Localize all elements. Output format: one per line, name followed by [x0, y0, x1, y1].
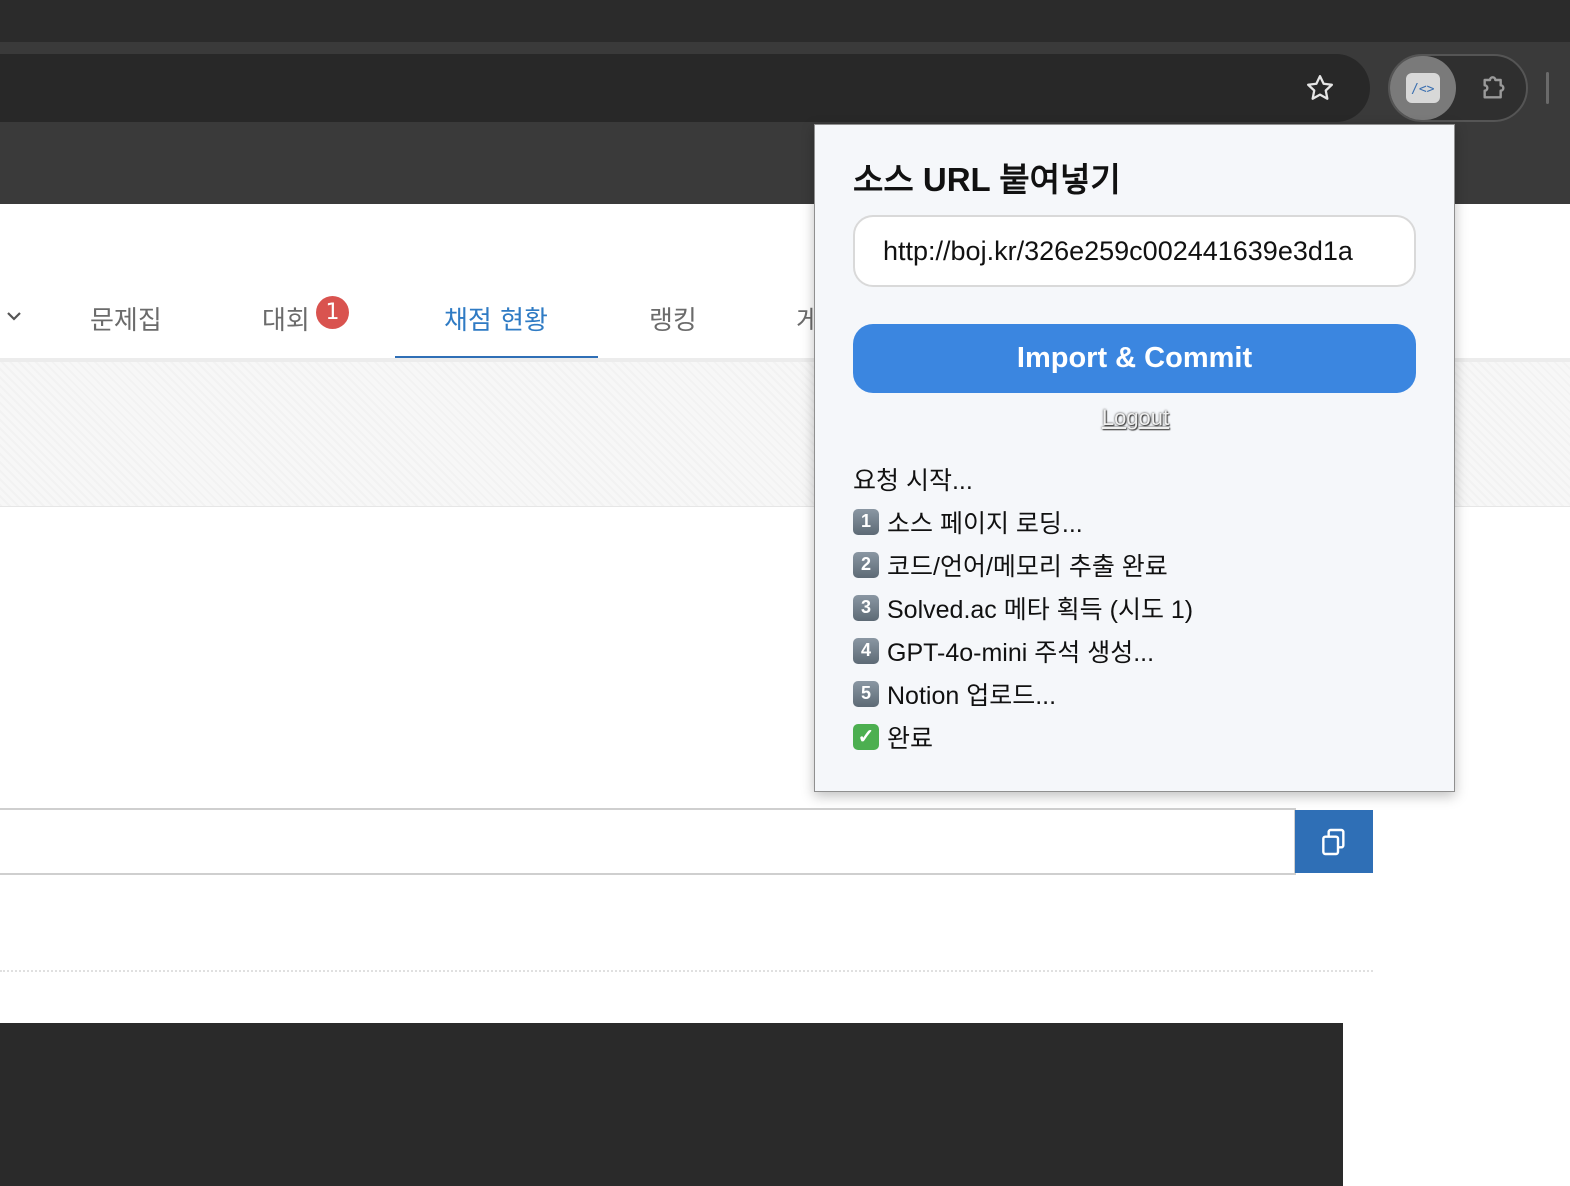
keycap-2-icon: 2: [853, 551, 879, 578]
log-text: Notion 업로드...: [887, 681, 1057, 710]
star-icon[interactable]: [1300, 68, 1340, 108]
status-log: 요청 시작... 1 소스 페이지 로딩... 2 코드/언어/메모리 추출 완료 …: [853, 457, 1413, 758]
svg-text:/<>: /<>: [1411, 82, 1435, 97]
log-line: 5 Notion 업로드...: [853, 672, 1413, 715]
code-extension-icon: /<>: [1406, 73, 1440, 103]
copy-button[interactable]: [1295, 810, 1373, 873]
contest-count-badge: 1: [316, 296, 349, 329]
browser-tabstrip: [0, 0, 1570, 54]
address-bar[interactable]: [0, 54, 1370, 122]
nav-item-status[interactable]: 채점 현황: [444, 300, 548, 337]
log-line: 2 코드/언어/메모리 추출 완료: [853, 543, 1413, 586]
keycap-3-icon: 3: [853, 594, 879, 621]
extension-popup: 소스 URL 붙여넣기 Import & Commit Logout 요청 시작…: [814, 124, 1455, 792]
log-line: 1 소스 페이지 로딩...: [853, 500, 1413, 543]
log-line: 4 GPT-4o-mini 주석 생성...: [853, 629, 1413, 672]
log-text: GPT-4o-mini 주석 생성...: [887, 638, 1155, 667]
log-text: Solved.ac 메타 획득 (시도 1): [887, 595, 1194, 624]
check-mark-icon: ✓: [853, 723, 879, 750]
keycap-4-icon: 4: [853, 637, 879, 664]
keycap-5-icon: 5: [853, 680, 879, 707]
log-line: 3 Solved.ac 메타 획득 (시도 1): [853, 586, 1413, 629]
browser-toolbar: /<>: [0, 54, 1570, 122]
log-text: 요청 시작...: [853, 466, 973, 495]
nav-item-problemset[interactable]: 문제집: [90, 300, 162, 337]
nav-item-ranking[interactable]: 랭킹: [649, 300, 697, 337]
code-block: [0, 1023, 1343, 1186]
copy-icon: [1322, 828, 1345, 855]
keycap-1-icon: 1: [853, 508, 879, 535]
toolbar-separator: [1546, 72, 1549, 104]
source-url-input[interactable]: [853, 215, 1416, 287]
share-url-field[interactable]: [0, 808, 1296, 875]
log-line: 요청 시작...: [853, 457, 1413, 500]
nav-item-contest[interactable]: 대회: [262, 300, 310, 337]
logout-link[interactable]: Logout: [815, 405, 1456, 431]
popup-title: 소스 URL 붙여넣기: [853, 161, 1121, 198]
log-text: 소스 페이지 로딩...: [887, 509, 1083, 538]
dotted-divider: [0, 970, 1373, 972]
chevron-down-icon[interactable]: [4, 306, 24, 326]
log-text: 코드/언어/메모리 추출 완료: [887, 552, 1168, 581]
puzzle-icon[interactable]: [1474, 68, 1514, 108]
log-text: 완료: [887, 724, 934, 753]
import-commit-button[interactable]: Import & Commit: [853, 324, 1416, 393]
log-line: ✓ 완료: [853, 715, 1413, 758]
code-extension-button[interactable]: /<>: [1390, 56, 1456, 120]
